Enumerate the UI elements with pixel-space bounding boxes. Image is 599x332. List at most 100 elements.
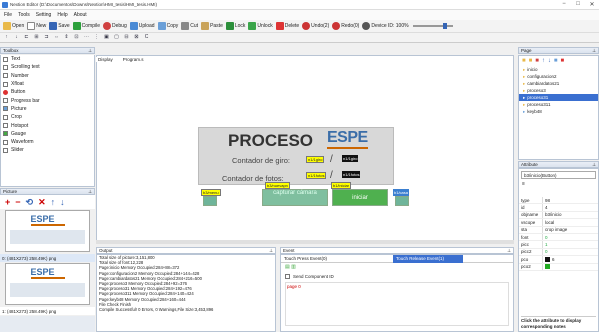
align-left-icon[interactable]: ⊏ bbox=[23, 34, 30, 41]
pin-icon[interactable]: ⊥ bbox=[592, 162, 596, 168]
same-height-icon[interactable]: ⇕ bbox=[63, 34, 70, 41]
toolbox-item-progress-bar[interactable]: Progress bar bbox=[1, 96, 94, 104]
color-swatch[interactable] bbox=[545, 256, 550, 262]
toolbox-item-scrolling-text[interactable]: Scrolling text bbox=[1, 63, 94, 71]
copy-page-icon[interactable]: ■ bbox=[554, 58, 558, 64]
page-item-inicio[interactable]: ▸ inicio bbox=[519, 66, 598, 73]
start-button[interactable]: iniciar bbox=[332, 189, 388, 206]
toolbox-item-number[interactable]: Number bbox=[1, 72, 94, 80]
insert-page-icon[interactable]: ■ bbox=[529, 58, 533, 64]
copy-button[interactable]: Copy bbox=[157, 22, 178, 30]
lock-button[interactable]: Lock bbox=[225, 22, 245, 30]
redo-button[interactable]: Redo(0) bbox=[332, 22, 359, 30]
compile-button[interactable]: Compile bbox=[72, 22, 100, 30]
center-v-icon[interactable]: ⊠ bbox=[133, 34, 140, 41]
menu-button[interactable] bbox=[203, 196, 217, 206]
bring-front-icon[interactable]: ▣ bbox=[103, 34, 110, 41]
toolbox-item-gauge[interactable]: Gauge bbox=[1, 130, 94, 138]
fotos-value[interactable]: n1/1fotos bbox=[306, 172, 327, 179]
page-item-keyb48[interactable]: ▸ keyb48 bbox=[519, 108, 598, 115]
attribute-row[interactable]: vscope local bbox=[519, 219, 598, 227]
picture-thumbnail-1[interactable]: ESPE bbox=[5, 263, 90, 305]
minimize-button[interactable]: − bbox=[557, 1, 571, 7]
paste-button[interactable]: Paste bbox=[201, 22, 223, 30]
tab-program[interactable]: Program.s bbox=[121, 57, 146, 62]
replace-picture-icon[interactable]: ⟲ bbox=[26, 197, 34, 208]
delete-picture-icon[interactable]: ✕ bbox=[38, 197, 46, 208]
hspace-icon[interactable]: ⋯ bbox=[83, 34, 90, 41]
page-up-icon[interactable]: ↑ bbox=[542, 58, 545, 64]
canvas-hscrollbar[interactable] bbox=[96, 240, 514, 244]
attribute-row[interactable]: pco2 bbox=[519, 263, 598, 271]
attribute-row[interactable]: objname b3/inicio bbox=[519, 211, 598, 220]
close-button[interactable]: ✕ bbox=[585, 1, 599, 8]
giro-max[interactable]: n1/1giro bbox=[342, 155, 359, 162]
toolbox-item-slider[interactable]: Slider bbox=[1, 146, 94, 154]
attribute-row[interactable]: pco 6 bbox=[519, 256, 598, 264]
page-item-configuracion2[interactable]: ▸ configuracion2 bbox=[519, 73, 598, 80]
attribute-row[interactable]: id 4 bbox=[519, 204, 598, 212]
same-width-icon[interactable]: ⇔ bbox=[53, 34, 60, 41]
save-button[interactable]: Save bbox=[49, 22, 70, 30]
pin-icon[interactable]: ⊥ bbox=[88, 189, 92, 195]
debug-button[interactable]: Debug bbox=[103, 22, 127, 30]
align-center-icon[interactable]: ⊞ bbox=[33, 34, 40, 41]
page-down-icon[interactable]: ↓ bbox=[548, 58, 551, 64]
fotos-max[interactable]: n1/1fotos bbox=[342, 171, 361, 178]
add-page-icon[interactable]: ■ bbox=[522, 58, 526, 64]
unlock-button[interactable]: Unlock bbox=[248, 22, 273, 30]
attribute-row[interactable]: sta crop image bbox=[519, 226, 598, 234]
menu-about[interactable]: About bbox=[74, 12, 87, 18]
toolbox-item-waveform[interactable]: Waveform bbox=[1, 138, 94, 146]
toolbox-item-button[interactable]: Button bbox=[1, 88, 94, 96]
add-picture-icon[interactable]: + bbox=[5, 197, 10, 207]
menu-setting[interactable]: Setting bbox=[36, 12, 52, 18]
delete-page-icon[interactable]: ■ bbox=[561, 58, 565, 64]
attribute-row[interactable]: type 98 bbox=[519, 197, 598, 205]
sort-icon[interactable]: ≡ bbox=[522, 181, 525, 187]
send-back-icon[interactable]: ▢ bbox=[113, 34, 120, 41]
color-swatch[interactable] bbox=[545, 264, 550, 270]
pin-icon[interactable]: ⊥ bbox=[507, 248, 511, 254]
device-id-zoom[interactable]: Device ID: 100% bbox=[362, 22, 409, 30]
page-item-proceso3[interactable]: ▸ proceso3 bbox=[519, 87, 598, 94]
move-down-icon[interactable]: ↓ bbox=[60, 197, 65, 207]
home-button[interactable] bbox=[395, 196, 409, 206]
toolbox-item-hotspot[interactable]: Hotspot bbox=[1, 121, 94, 129]
tab-touch-press[interactable]: Touch Press Event(0) bbox=[281, 256, 393, 261]
upload-button[interactable]: Upload bbox=[129, 22, 155, 30]
event-code-editor[interactable]: page 0 bbox=[285, 282, 509, 326]
pin-icon[interactable]: ⊥ bbox=[269, 248, 273, 254]
pin-icon[interactable]: ⊥ bbox=[592, 48, 596, 54]
toolbox-item-text[interactable]: Text bbox=[1, 55, 94, 63]
align-down-icon[interactable]: ↓ bbox=[13, 34, 20, 41]
picture-thumbnail-0[interactable]: ESPE bbox=[5, 210, 90, 252]
zoom-slider-thumb[interactable] bbox=[442, 23, 447, 29]
capture-button[interactable]: capturar cámara bbox=[262, 189, 328, 206]
cut-button[interactable]: Cut bbox=[181, 22, 198, 30]
page-item-proceso31[interactable]: ▸ proceso31 bbox=[519, 94, 598, 101]
tab-touch-release[interactable]: Touch Release Event(1) bbox=[393, 254, 463, 263]
page-item-cambiardatos21[interactable]: ▸ cambiardatos21 bbox=[519, 80, 598, 87]
center-h-icon[interactable]: ⊟ bbox=[123, 34, 130, 41]
maximize-button[interactable]: □ bbox=[571, 1, 585, 7]
undo-button[interactable]: Undo(2) bbox=[302, 22, 329, 30]
pin-icon[interactable]: ⊥ bbox=[88, 48, 92, 54]
menu-tools[interactable]: Tools bbox=[18, 12, 30, 18]
align-up-icon[interactable]: ↑ bbox=[3, 34, 10, 41]
toolbox-item-xfloat[interactable]: Xfloat bbox=[1, 80, 94, 88]
giro-value[interactable]: n1/1giro bbox=[306, 156, 325, 163]
send-component-id-checkbox[interactable] bbox=[285, 273, 290, 279]
toolbox-item-picture[interactable]: Picture bbox=[1, 105, 94, 113]
remove-picture-icon[interactable]: − bbox=[15, 197, 20, 207]
attribute-selector[interactable]: b3/inicio(Button) bbox=[521, 171, 596, 179]
move-up-icon[interactable]: ↑ bbox=[51, 197, 56, 207]
menu-help[interactable]: Help bbox=[57, 12, 67, 18]
import-page-icon[interactable]: ■ bbox=[535, 58, 539, 64]
delete-button[interactable]: Delete bbox=[275, 22, 299, 30]
attribute-row[interactable]: font 0 bbox=[519, 233, 598, 242]
page-item-proceso311[interactable]: ▸ proceso311 bbox=[519, 101, 598, 108]
attribute-row[interactable]: picc2 0 bbox=[519, 248, 598, 257]
zoom-slider[interactable] bbox=[412, 23, 453, 29]
toolbox-item-crop[interactable]: Crop bbox=[1, 113, 94, 121]
